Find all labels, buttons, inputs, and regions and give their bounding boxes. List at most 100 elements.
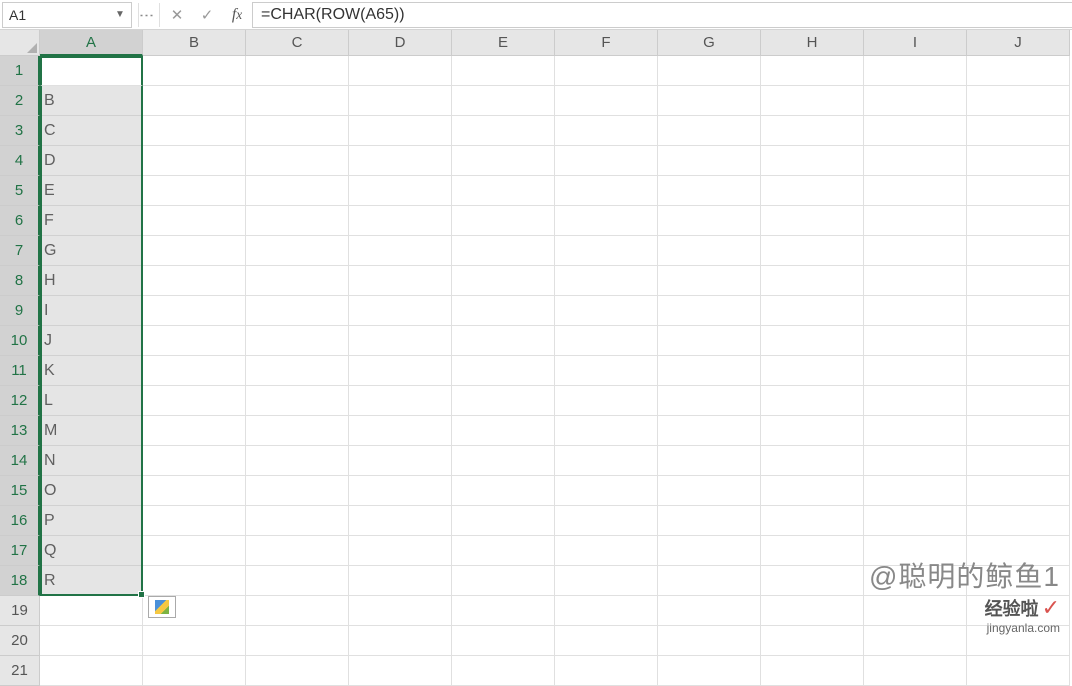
cell-j9[interactable]: [967, 296, 1070, 326]
cell-i20[interactable]: [864, 626, 967, 656]
cell-a12[interactable]: L: [40, 386, 143, 416]
cell-d15[interactable]: [349, 476, 452, 506]
cell-b16[interactable]: [143, 506, 246, 536]
cell-g7[interactable]: [658, 236, 761, 266]
cell-j15[interactable]: [967, 476, 1070, 506]
cell-c18[interactable]: [246, 566, 349, 596]
cell-g8[interactable]: [658, 266, 761, 296]
cancel-icon[interactable]: ✕: [162, 2, 192, 28]
cell-f11[interactable]: [555, 356, 658, 386]
cell-d21[interactable]: [349, 656, 452, 686]
row-header-14[interactable]: 14: [0, 446, 40, 476]
cell-f17[interactable]: [555, 536, 658, 566]
cell-b14[interactable]: [143, 446, 246, 476]
cell-a8[interactable]: H: [40, 266, 143, 296]
cell-d5[interactable]: [349, 176, 452, 206]
cell-b13[interactable]: [143, 416, 246, 446]
cell-a9[interactable]: I: [40, 296, 143, 326]
cell-g19[interactable]: [658, 596, 761, 626]
cell-e17[interactable]: [452, 536, 555, 566]
cell-i14[interactable]: [864, 446, 967, 476]
cell-a2[interactable]: B: [40, 86, 143, 116]
cell-g21[interactable]: [658, 656, 761, 686]
cell-i4[interactable]: [864, 146, 967, 176]
enter-icon[interactable]: ✓: [192, 2, 222, 28]
cell-c7[interactable]: [246, 236, 349, 266]
column-header-g[interactable]: G: [658, 30, 761, 56]
column-header-d[interactable]: D: [349, 30, 452, 56]
cell-c21[interactable]: [246, 656, 349, 686]
cell-f20[interactable]: [555, 626, 658, 656]
cell-e5[interactable]: [452, 176, 555, 206]
cell-f14[interactable]: [555, 446, 658, 476]
name-box[interactable]: A1 ▼: [2, 2, 132, 28]
row-header-8[interactable]: 8: [0, 266, 40, 296]
cell-h6[interactable]: [761, 206, 864, 236]
cell-d13[interactable]: [349, 416, 452, 446]
cell-d20[interactable]: [349, 626, 452, 656]
column-header-e[interactable]: E: [452, 30, 555, 56]
cell-a18[interactable]: R: [40, 566, 143, 596]
cell-a10[interactable]: J: [40, 326, 143, 356]
cell-b3[interactable]: [143, 116, 246, 146]
cell-g2[interactable]: [658, 86, 761, 116]
cell-f3[interactable]: [555, 116, 658, 146]
cell-e16[interactable]: [452, 506, 555, 536]
cell-i17[interactable]: [864, 536, 967, 566]
cell-i15[interactable]: [864, 476, 967, 506]
cell-i5[interactable]: [864, 176, 967, 206]
cell-b2[interactable]: [143, 86, 246, 116]
cell-e13[interactable]: [452, 416, 555, 446]
cell-c16[interactable]: [246, 506, 349, 536]
cell-h19[interactable]: [761, 596, 864, 626]
cell-c15[interactable]: [246, 476, 349, 506]
cell-g6[interactable]: [658, 206, 761, 236]
cell-j5[interactable]: [967, 176, 1070, 206]
cell-i12[interactable]: [864, 386, 967, 416]
cell-a6[interactable]: F: [40, 206, 143, 236]
cell-h15[interactable]: [761, 476, 864, 506]
cell-h13[interactable]: [761, 416, 864, 446]
cell-b10[interactable]: [143, 326, 246, 356]
cell-j6[interactable]: [967, 206, 1070, 236]
cell-c20[interactable]: [246, 626, 349, 656]
cell-g10[interactable]: [658, 326, 761, 356]
cell-b17[interactable]: [143, 536, 246, 566]
cell-c9[interactable]: [246, 296, 349, 326]
cell-g14[interactable]: [658, 446, 761, 476]
cell-i2[interactable]: [864, 86, 967, 116]
cell-a19[interactable]: [40, 596, 143, 626]
cell-h1[interactable]: [761, 56, 864, 86]
cell-e3[interactable]: [452, 116, 555, 146]
cell-d6[interactable]: [349, 206, 452, 236]
cell-c10[interactable]: [246, 326, 349, 356]
row-header-5[interactable]: 5: [0, 176, 40, 206]
cell-f7[interactable]: [555, 236, 658, 266]
cell-i16[interactable]: [864, 506, 967, 536]
cell-j21[interactable]: [967, 656, 1070, 686]
cell-a14[interactable]: N: [40, 446, 143, 476]
cell-b11[interactable]: [143, 356, 246, 386]
cell-c5[interactable]: [246, 176, 349, 206]
row-header-15[interactable]: 15: [0, 476, 40, 506]
cell-e12[interactable]: [452, 386, 555, 416]
cell-e21[interactable]: [452, 656, 555, 686]
cell-c2[interactable]: [246, 86, 349, 116]
cell-e1[interactable]: [452, 56, 555, 86]
cell-h12[interactable]: [761, 386, 864, 416]
name-box-dropdown-icon[interactable]: ▼: [113, 9, 127, 20]
cell-e4[interactable]: [452, 146, 555, 176]
cell-c11[interactable]: [246, 356, 349, 386]
cell-c3[interactable]: [246, 116, 349, 146]
cell-e11[interactable]: [452, 356, 555, 386]
column-header-c[interactable]: C: [246, 30, 349, 56]
cell-e20[interactable]: [452, 626, 555, 656]
cell-b12[interactable]: [143, 386, 246, 416]
cell-a20[interactable]: [40, 626, 143, 656]
cell-a15[interactable]: O: [40, 476, 143, 506]
row-header-7[interactable]: 7: [0, 236, 40, 266]
cell-c4[interactable]: [246, 146, 349, 176]
cell-h16[interactable]: [761, 506, 864, 536]
cell-g4[interactable]: [658, 146, 761, 176]
cell-g5[interactable]: [658, 176, 761, 206]
